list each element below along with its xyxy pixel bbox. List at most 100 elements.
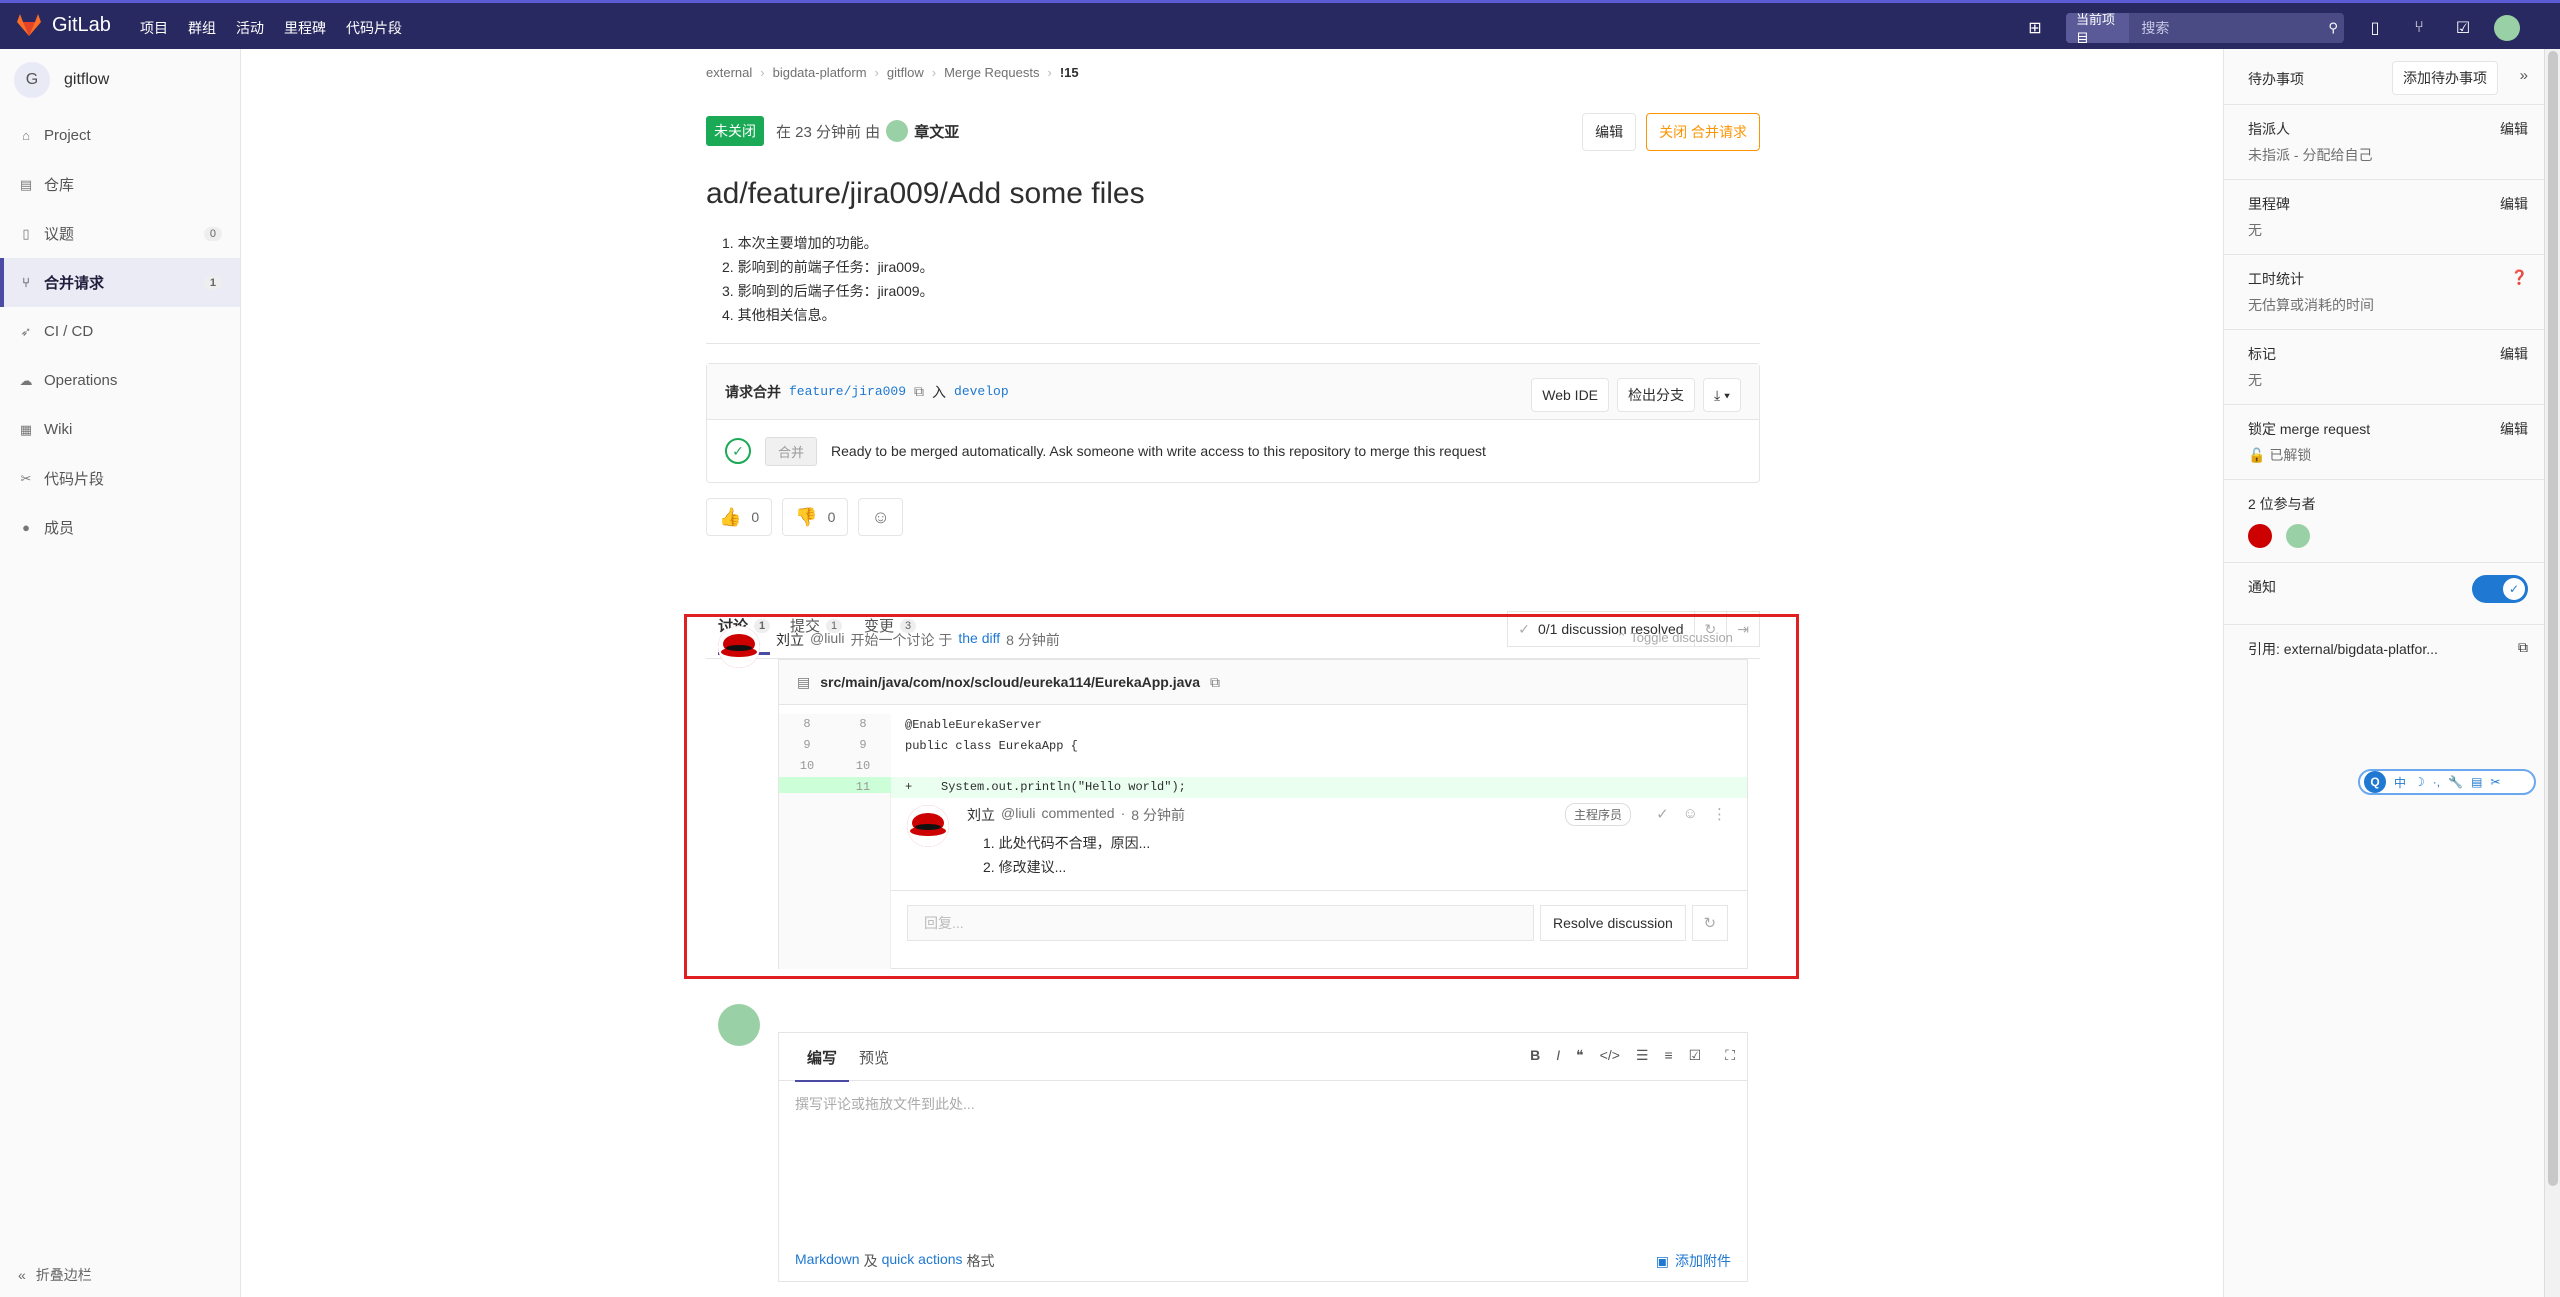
sidebar-item-members[interactable]: ● 成员: [0, 503, 240, 552]
file-path[interactable]: src/main/java/com/nox/scloud/eureka114/E…: [820, 674, 1200, 690]
old-line-number[interactable]: 8: [779, 714, 835, 735]
attach-file-button[interactable]: ▣ 添加附件: [1656, 1251, 1731, 1271]
sidebar-item-ci-cd[interactable]: ➶ CI / CD: [0, 307, 240, 356]
quick-actions-link[interactable]: quick actions: [882, 1251, 963, 1271]
new-line-number[interactable]: 8: [835, 714, 891, 735]
ime-punct-icon[interactable]: ·,: [2433, 775, 2440, 789]
smiley-icon[interactable]: ☺: [1683, 805, 1698, 823]
ime-moon-icon[interactable]: ☽: [2414, 775, 2425, 789]
ime-wrench-icon[interactable]: 🔧: [2448, 775, 2463, 789]
copy-icon[interactable]: ⧉: [1210, 674, 1220, 691]
tab-write[interactable]: 编写: [795, 1047, 850, 1083]
new-issue-button[interactable]: ↻: [1691, 905, 1728, 941]
nav-groups[interactable]: 群组: [188, 18, 216, 38]
collapse-right-sidebar-icon[interactable]: »: [2520, 67, 2528, 84]
participant-avatar[interactable]: [2248, 524, 2272, 548]
sidebar-item-snippets[interactable]: ✂ 代码片段: [0, 454, 240, 503]
project-header[interactable]: G gitflow: [0, 49, 240, 111]
bold-icon[interactable]: B: [1530, 1047, 1540, 1064]
code-icon[interactable]: </>: [1600, 1047, 1620, 1064]
ime-toolbar[interactable]: Q 中 ☽ ·, 🔧 ▤ ✂: [2358, 769, 2536, 795]
edit-milestone[interactable]: 编辑: [2500, 194, 2528, 214]
comment-textarea[interactable]: [779, 1082, 1747, 1232]
search-input[interactable]: [2129, 20, 2323, 36]
nav-projects[interactable]: 项目: [140, 18, 168, 38]
task-list-icon[interactable]: ☑: [1689, 1047, 1702, 1064]
discussion-author-avatar[interactable]: [718, 626, 760, 668]
page-scrollbar[interactable]: [2544, 49, 2560, 1297]
plus-icon[interactable]: ⊞: [2022, 15, 2048, 41]
issues-icon[interactable]: ▯: [2362, 15, 2388, 41]
note-author-avatar[interactable]: [907, 805, 949, 847]
help-icon[interactable]: ❓: [2511, 269, 2528, 286]
search-box[interactable]: 当前项目 ⚲: [2066, 13, 2344, 43]
search-scope[interactable]: 当前项目: [2066, 13, 2130, 43]
new-line-number[interactable]: 10: [835, 756, 891, 777]
checkout-branch-button[interactable]: 检出分支: [1617, 378, 1696, 412]
old-line-number[interactable]: 10: [779, 756, 835, 777]
ime-scissors-icon[interactable]: ✂: [2490, 775, 2500, 789]
nav-milestones[interactable]: 里程碑: [284, 18, 326, 38]
fullscreen-icon[interactable]: ⛶: [1725, 1047, 1735, 1064]
italic-icon[interactable]: I: [1556, 1047, 1560, 1064]
note-handle[interactable]: @liuli: [1001, 805, 1035, 825]
sidebar-item-project[interactable]: ⌂ Project: [0, 111, 240, 160]
merge-request-icon[interactable]: ⑂: [2406, 15, 2432, 41]
target-branch[interactable]: develop: [954, 384, 1009, 399]
discussion-handle[interactable]: @liuli: [810, 630, 844, 650]
close-mr-button[interactable]: 关闭 合并请求: [1646, 113, 1760, 151]
collapse-sidebar[interactable]: « 折叠边栏: [18, 1265, 92, 1285]
notifications-toggle[interactable]: ✓: [2472, 575, 2528, 603]
ime-keyboard-icon[interactable]: ▤: [2471, 775, 2482, 789]
nav-activity[interactable]: 活动: [236, 18, 264, 38]
web-ide-button[interactable]: Web IDE: [1531, 378, 1610, 412]
add-todo-button[interactable]: 添加待办事项: [2392, 61, 2498, 95]
download-dropdown[interactable]: ⤓ ▾: [1703, 378, 1741, 412]
copy-reference-icon[interactable]: ⧉: [2518, 639, 2528, 656]
merge-button[interactable]: 合并: [765, 436, 818, 466]
resolve-discussion-button[interactable]: Resolve discussion: [1540, 905, 1686, 941]
bullet-list-icon[interactable]: ☰: [1636, 1047, 1649, 1064]
resolve-check-icon[interactable]: ✓: [1656, 805, 1669, 823]
the-diff-link[interactable]: the diff: [958, 630, 1000, 650]
search-icon[interactable]: ⚲: [2322, 15, 2344, 41]
gitlab-brand[interactable]: GitLab: [16, 13, 111, 37]
user-avatar[interactable]: [2494, 15, 2520, 41]
edit-assignee[interactable]: 编辑: [2500, 119, 2528, 139]
reply-input[interactable]: [907, 905, 1534, 941]
thumbs-up-button[interactable]: 👍 0: [706, 498, 773, 536]
add-emoji-button[interactable]: ☺: [858, 498, 903, 536]
current-user-avatar[interactable]: [718, 1004, 760, 1046]
old-line-number[interactable]: 9: [779, 735, 835, 756]
quote-icon[interactable]: ❝: [1576, 1047, 1584, 1064]
breadcrumb-external[interactable]: external: [706, 65, 752, 80]
more-actions-icon[interactable]: ⋮: [1712, 805, 1727, 823]
breadcrumb-bigdata-platform[interactable]: bigdata-platform: [773, 65, 867, 80]
author-avatar[interactable]: [886, 120, 909, 142]
note-author[interactable]: 刘立: [967, 805, 995, 825]
mr-author[interactable]: 章文亚: [914, 121, 959, 142]
sidebar-item-issues[interactable]: ▯ 议题 0: [0, 209, 240, 258]
toggle-discussion[interactable]: ⌃ Toggle discussion: [1616, 630, 1733, 646]
sidebar-item-repository[interactable]: ▤ 仓库: [0, 160, 240, 209]
sidebar-item-merge-requests[interactable]: ⑂ 合并请求 1: [0, 258, 240, 307]
breadcrumb-current[interactable]: !15: [1060, 65, 1079, 80]
breadcrumb-gitflow[interactable]: gitflow: [887, 65, 924, 80]
edit-labels[interactable]: 编辑: [2500, 344, 2528, 364]
breadcrumb-merge-requests[interactable]: Merge Requests: [944, 65, 1039, 80]
scrollbar-thumb[interactable]: [2548, 51, 2558, 1186]
participant-avatar[interactable]: [2286, 524, 2310, 548]
edit-button[interactable]: 编辑: [1582, 113, 1637, 151]
sidebar-item-operations[interactable]: ☁ Operations: [0, 356, 240, 405]
new-line-number[interactable]: 9: [835, 735, 891, 756]
numbered-list-icon[interactable]: ≡: [1664, 1047, 1672, 1064]
nav-snippets[interactable]: 代码片段: [346, 18, 402, 38]
copy-icon[interactable]: ⧉: [914, 383, 924, 400]
source-branch[interactable]: feature/jira009: [789, 384, 906, 399]
todos-icon[interactable]: ☑: [2450, 15, 2476, 41]
tab-preview[interactable]: 预览: [859, 1047, 889, 1082]
thumbs-down-button[interactable]: 👎 0: [782, 498, 849, 536]
sidebar-item-wiki[interactable]: ▦ Wiki: [0, 405, 240, 454]
edit-lock[interactable]: 编辑: [2500, 419, 2528, 439]
discussion-author[interactable]: 刘立: [776, 630, 804, 650]
